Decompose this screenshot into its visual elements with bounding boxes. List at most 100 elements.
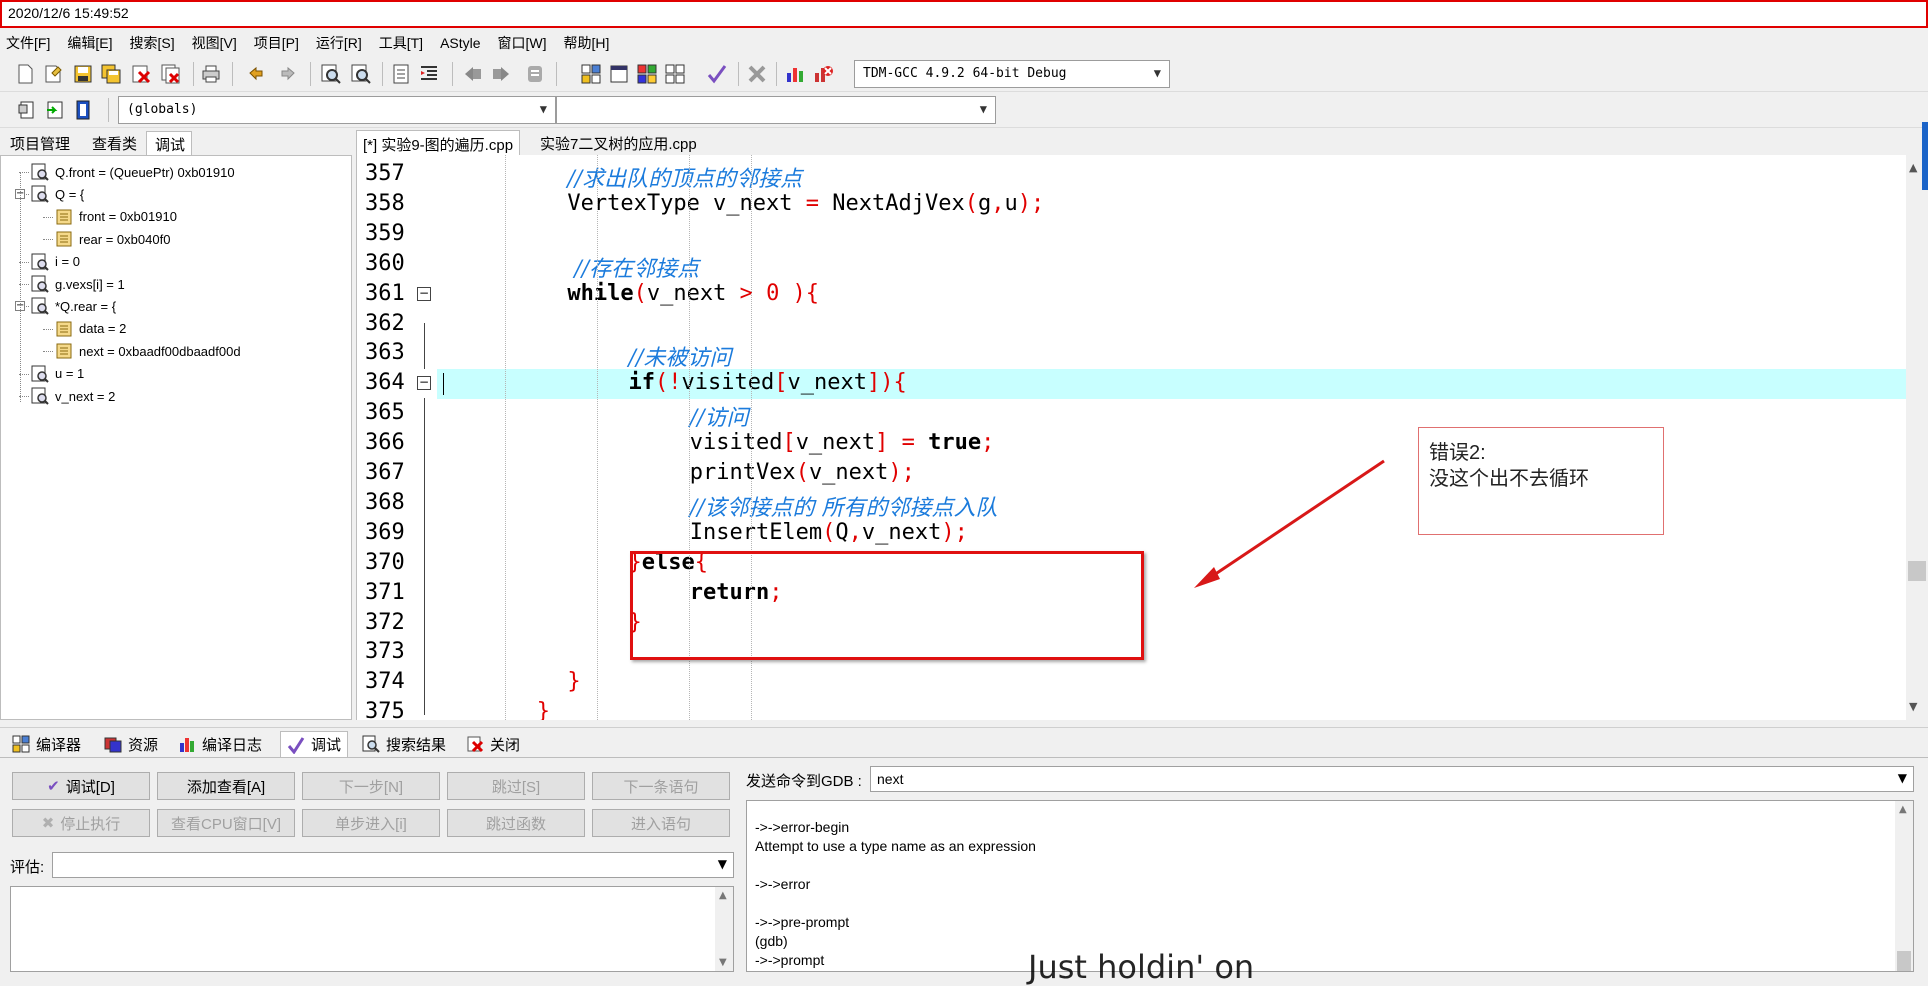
watch-item[interactable]: data = 2 [55, 319, 126, 339]
scrollbar-thumb[interactable] [1908, 561, 1926, 581]
bottom-tab-label: 关闭 [490, 736, 521, 754]
menu-item[interactable]: 运行[R] [316, 33, 362, 53]
profile-icon[interactable] [784, 63, 806, 85]
code-token: , [991, 190, 1005, 216]
watch-item[interactable]: *Q.rear = { [31, 296, 116, 316]
code-line[interactable]: } [537, 699, 550, 720]
watch-item[interactable]: i = 0 [31, 252, 80, 272]
scrollbar-thumb[interactable] [1897, 951, 1911, 971]
compile-icon[interactable] [580, 63, 602, 85]
debug-button[interactable]: 添加查看[A] [157, 772, 295, 800]
find-icon[interactable] [320, 63, 342, 85]
close-all-icon[interactable] [160, 63, 182, 85]
goto-function-icon[interactable] [44, 99, 66, 121]
code-token: , [848, 519, 862, 545]
watch-item[interactable]: v_next = 2 [31, 386, 115, 406]
editor-tab[interactable]: 实验7二叉树的应用.cpp [534, 130, 703, 155]
function-select[interactable]: ▼ [556, 96, 996, 124]
menu-item[interactable]: 项目[P] [254, 33, 299, 53]
close-icon[interactable] [130, 63, 152, 85]
tree-connector [43, 351, 53, 353]
stop-icon[interactable] [746, 63, 768, 85]
redo-icon[interactable] [276, 63, 298, 85]
menu-item[interactable]: 文件[F] [6, 33, 50, 53]
toggle-comment-icon[interactable] [524, 63, 546, 85]
code-line[interactable]: VertexType v_next = NextAdjVex(g,u); [567, 191, 1044, 216]
bottom-tab[interactable]: 调试 [280, 731, 349, 757]
indent-icon[interactable] [418, 63, 440, 85]
bottom-tab[interactable]: 资源 [98, 731, 164, 757]
syntax-check-icon[interactable] [706, 63, 728, 85]
watch-item[interactable]: u = 1 [31, 364, 84, 384]
scroll-up-icon[interactable]: ▲ [719, 890, 727, 901]
run-icon[interactable] [608, 63, 630, 85]
compile-run-icon[interactable] [636, 63, 658, 85]
insert-icon[interactable] [16, 99, 38, 121]
watch-field-icon [56, 343, 72, 359]
bookmark-prev-icon[interactable] [462, 63, 484, 85]
menu-item[interactable]: 视图[V] [192, 33, 237, 53]
menu-item[interactable]: 工具[T] [379, 33, 423, 53]
scroll-up-icon[interactable]: ▲ [1899, 804, 1907, 815]
bookmark-next-icon[interactable] [490, 63, 512, 85]
code-line[interactable]: //该邻接点的 所有的邻接点入队 [690, 490, 998, 522]
watch-item[interactable]: g.vexs[i] = 1 [31, 274, 125, 294]
code-line[interactable]: printVex(v_next); [690, 460, 915, 485]
bottom-tab[interactable]: 关闭 [460, 731, 526, 757]
code-line[interactable]: visited[v_next] = true; [690, 430, 995, 455]
print-icon[interactable] [200, 63, 222, 85]
fold-toggle-icon[interactable]: − [417, 376, 431, 391]
menu-item[interactable]: AStyle [440, 35, 480, 51]
editor-vertical-scrollbar[interactable]: ▲ ▼ [1906, 155, 1928, 720]
code-line[interactable]: //存在邻接点 [567, 251, 699, 283]
watch-item[interactable]: rear = 0xb040f0 [55, 229, 170, 249]
code-line[interactable]: //未被访问 [629, 340, 732, 372]
bottom-tab[interactable]: 编译日志 [172, 731, 268, 757]
code-line[interactable]: if(!visited[v_next]){ [629, 370, 907, 395]
evaluate-input[interactable]: ▼ [52, 852, 734, 878]
code-token: ; [981, 430, 995, 456]
replace-icon[interactable] [350, 63, 372, 85]
debug-button: 单步进入[i] [302, 809, 440, 837]
code-line[interactable]: InsertElem(Q,v_next); [690, 520, 968, 545]
debug-icon[interactable] [812, 63, 834, 85]
compiler-select[interactable]: TDM-GCC 4.9.2 64-bit Debug ▼ [854, 60, 1170, 88]
left-tab[interactable]: 调试 [146, 131, 193, 155]
new-file-icon[interactable] [14, 63, 36, 85]
watch-item[interactable]: Q.front = (QueuePtr) 0xb01910 [31, 162, 235, 182]
gdb-command-input[interactable]: next ▼ [870, 766, 1914, 792]
goto-icon[interactable] [390, 63, 412, 85]
debug-button[interactable]: ✔ 调试[D] [12, 772, 150, 800]
close-panel-icon [467, 736, 484, 753]
menu-item[interactable]: 窗口[W] [498, 33, 547, 53]
menu-item[interactable]: 搜索[S] [129, 33, 174, 53]
watch-item[interactable]: front = 0xb01910 [55, 207, 177, 227]
evaluate-scrollbar[interactable]: ▲ ▼ [715, 887, 733, 971]
class-browser-icon[interactable] [72, 99, 94, 121]
scroll-down-icon[interactable]: ▼ [1909, 700, 1917, 713]
code-line[interactable]: //求出队的顶点的邻接点 [567, 161, 802, 193]
scroll-down-icon[interactable]: ▼ [719, 957, 727, 968]
bottom-tab[interactable]: 搜索结果 [356, 731, 452, 757]
watch-item[interactable]: next = 0xbaadf00dbaadf00d [55, 341, 241, 361]
left-tab[interactable]: 查看类 [84, 131, 143, 155]
left-tab[interactable]: 项目管理 [2, 131, 76, 155]
menu-item[interactable]: 帮助[H] [564, 33, 610, 53]
editor-tab[interactable]: [*] 实验9-图的遍历.cpp [356, 130, 521, 155]
open-icon[interactable] [42, 63, 64, 85]
scope-select[interactable]: (globals) ▼ [118, 96, 556, 124]
code-line[interactable]: while(v_next > 0 ){ [567, 281, 819, 306]
rebuild-icon[interactable] [664, 63, 686, 85]
gdb-output-scrollbar[interactable]: ▲ [1895, 801, 1913, 971]
undo-icon[interactable] [246, 63, 268, 85]
save-all-icon[interactable] [100, 63, 122, 85]
save-icon[interactable] [72, 63, 94, 85]
debug-button-label: 单步进入[i] [335, 815, 407, 833]
bottom-tab[interactable]: 编译器 [6, 731, 87, 757]
watch-item[interactable]: Q = { [31, 184, 84, 204]
code-line[interactable]: //访问 [690, 400, 749, 432]
menu-item[interactable]: 编辑[E] [67, 33, 112, 53]
scroll-up-icon[interactable]: ▲ [1909, 161, 1917, 174]
code-line[interactable]: } [567, 669, 580, 694]
fold-toggle-icon[interactable]: − [417, 286, 431, 301]
